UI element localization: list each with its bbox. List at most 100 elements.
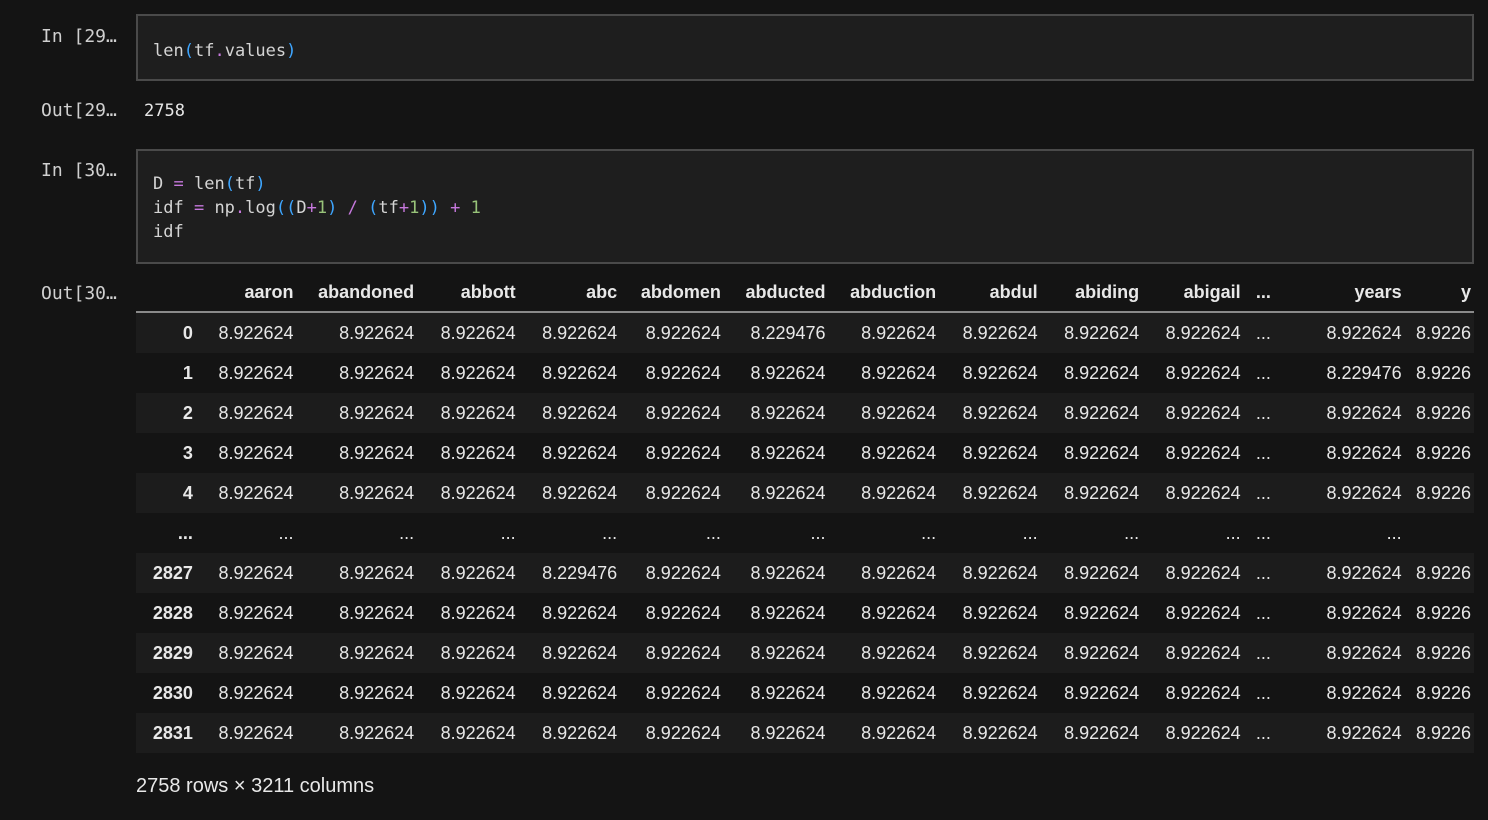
table-cell: 8.922624	[962, 322, 1038, 343]
code-editor[interactable]: len(tf.values)	[153, 39, 296, 63]
column-header: ...	[1243, 274, 1274, 313]
table-cell: 8.922624	[542, 602, 618, 623]
table-cell: 8.922624	[339, 402, 415, 423]
code-token: .	[214, 41, 225, 61]
dataframe-table: aaron abandoned abbott abc abdomen abducted ab…	[136, 274, 1474, 753]
column-header: abigail	[1142, 274, 1244, 313]
column-header: years	[1273, 274, 1405, 313]
code-line: len(tf.values)	[153, 39, 296, 63]
table-cell: 8.9226	[1415, 642, 1471, 663]
table-cell: 8.922624	[339, 442, 415, 463]
code-token: log	[245, 198, 276, 218]
table-cell: 8.922624	[645, 642, 721, 663]
table-cell: 8.922624	[1064, 642, 1140, 663]
table-cell: ...	[1255, 602, 1271, 623]
table-cell: 8.922624	[962, 442, 1038, 463]
code-token: )	[327, 198, 338, 218]
table-row: 2827 8.922624 8.922624 8.922624 8.229476 8.92…	[136, 553, 1474, 593]
table-cell: 8.922624	[440, 362, 516, 383]
table-cell: 8.922624	[218, 322, 294, 343]
table-cell: 8.922624	[1165, 562, 1241, 583]
table-cell: 8.922624	[750, 642, 826, 663]
table-cell: ...	[500, 522, 516, 543]
output-value: 2758	[144, 101, 185, 121]
table-cell: 8.922624	[962, 402, 1038, 423]
table-cell: 8.922624	[218, 682, 294, 703]
table-cell: 8.922624	[1326, 442, 1402, 463]
table-cell: 8.922624	[861, 722, 937, 743]
column-header: abduction	[828, 274, 940, 313]
table-cell: 8.922624	[645, 362, 721, 383]
table-cell: 8.922624	[339, 482, 415, 503]
table-cell: ...	[278, 522, 294, 543]
table-cell: 8.922624	[339, 322, 415, 343]
code-cell-29[interactable]: len(tf.values)	[136, 14, 1474, 81]
out-prompt-30: Out[30…	[41, 283, 117, 304]
table-cell: ...	[1255, 322, 1271, 343]
table-cell: 8.922624	[962, 722, 1038, 743]
column-header: abc	[518, 274, 621, 313]
out-prompt-29: Out[29…	[41, 100, 117, 121]
code-token: tf	[193, 41, 215, 61]
table-cell: 8.922624	[1326, 722, 1402, 743]
table-cell: 8.922624	[1326, 562, 1402, 583]
table-row: 2831 8.922624 8.922624 8.922624 8.922624 8.92…	[136, 713, 1474, 753]
table-cell: 8.922624	[1165, 722, 1241, 743]
table-cell: 8.922624	[339, 362, 415, 383]
table-cell: ...	[1124, 522, 1140, 543]
table-cell: 8.9226	[1415, 322, 1471, 343]
table-row: 2 8.922624 8.922624 8.922624 8.922624 8.92262…	[136, 393, 1474, 433]
table-cell: 8.922624	[440, 642, 516, 663]
table-cell: 8.922624	[440, 402, 516, 423]
code-token: idf	[153, 222, 184, 242]
table-cell: 8.922624	[1165, 482, 1241, 503]
table-cell: 8.922624	[962, 642, 1038, 663]
table-row: 2830 8.922624 8.922624 8.922624 8.922624 8.92…	[136, 673, 1474, 713]
table-cell: 8.922624	[1326, 482, 1402, 503]
table-row: 2828 8.922624 8.922624 8.922624 8.922624 8.92…	[136, 593, 1474, 633]
table-cell: 8.922624	[861, 642, 937, 663]
table-cell: 8.9226	[1415, 402, 1471, 423]
table-cell: 8.9226	[1415, 682, 1471, 703]
table-cell: ...	[1022, 522, 1038, 543]
table-cell: 8.922624	[542, 322, 618, 343]
table-cell: 8.922624	[440, 562, 516, 583]
table-cell: 8.922624	[750, 442, 826, 463]
table-cell: 8.922624	[218, 362, 294, 383]
table-cell: 8.922624	[1064, 442, 1140, 463]
table-cell: 8.922624	[1064, 402, 1140, 423]
table-cell: 8.922624	[542, 442, 618, 463]
table-row: 4 8.922624 8.922624 8.922624 8.922624 8.92262…	[136, 473, 1474, 513]
code-token: ((	[275, 198, 297, 218]
table-cell: ...	[1255, 442, 1271, 463]
code-token: D	[153, 174, 174, 194]
code-token: np	[204, 198, 235, 218]
row-index: 2	[182, 402, 193, 423]
table-cell: ...	[705, 522, 721, 543]
table-cell: 8.922624	[645, 322, 721, 343]
code-token: 1	[470, 198, 481, 218]
table-cell: 8.922624	[861, 402, 937, 423]
table-cell: ...	[1225, 522, 1241, 543]
row-index: 2830	[152, 682, 193, 703]
table-cell: 8.922624	[645, 442, 721, 463]
table-cell: 8.922624	[645, 562, 721, 583]
in-prompt-30: In [30…	[41, 160, 117, 181]
table-cell: ...	[1255, 682, 1271, 703]
table-cell: 8.922624	[218, 722, 294, 743]
table-cell: 8.922624	[750, 482, 826, 503]
table-cell	[1405, 513, 1474, 553]
code-editor[interactable]: D = len(tf) idf = np.log((D+1) / (tf+1)) …	[153, 172, 481, 244]
table-cell: 8.922624	[542, 482, 618, 503]
code-token: values	[224, 41, 287, 61]
table-cell: ...	[1255, 362, 1271, 383]
table-cell: 8.9226	[1415, 722, 1471, 743]
table-cell: 8.922624	[962, 562, 1038, 583]
column-header: abandoned	[296, 274, 418, 313]
code-cell-30[interactable]: D = len(tf) idf = np.log((D+1) / (tf+1)) …	[136, 149, 1474, 264]
table-cell: 8.229476	[1326, 362, 1402, 383]
code-token: )	[286, 41, 297, 61]
